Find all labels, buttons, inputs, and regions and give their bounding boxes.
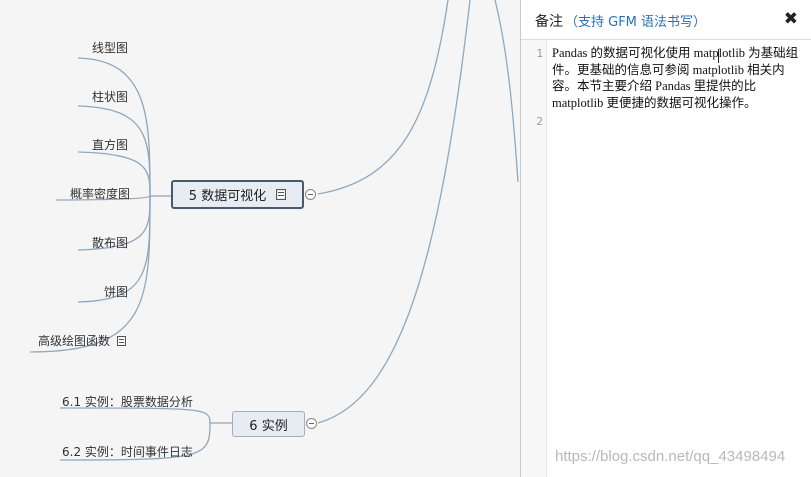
notes-panel: 备注 （支持 GFM 语法书写） ✖ 1 2 Pandas 的数据可视化使用 ma…	[520, 0, 811, 477]
line-number: 1	[536, 47, 543, 60]
topic-child-scatter-plot[interactable]: 散布图	[92, 234, 128, 251]
topic-child-advanced-plotting[interactable]: 高级绘图函数	[38, 332, 127, 349]
collapse-toggle-icon[interactable]	[305, 189, 316, 200]
watermark-text: https://blog.csdn.net/qq_43498494	[555, 448, 786, 465]
topic-label: 5 数据可视化	[188, 189, 267, 204]
connector-line	[494, 0, 519, 183]
gfm-hint-link[interactable]: （支持 GFM 语法书写）	[565, 15, 706, 30]
notes-panel-title: 备注 （支持 GFM 语法书写）	[535, 11, 706, 31]
topic-child-stock-analysis[interactable]: 6.1 实例：股票数据分析	[62, 393, 193, 410]
topic-child-density-plot[interactable]: 概率密度图	[70, 185, 130, 202]
topic-label: 6 实例	[249, 418, 288, 434]
topic-child-pie-chart[interactable]: 饼图	[104, 283, 128, 300]
collapse-toggle-icon[interactable]	[306, 418, 317, 429]
notes-editor[interactable]: Pandas 的数据可视化使用 matplotlib 为基础组件。更基础的信息可…	[552, 45, 804, 111]
notes-panel-header: 备注 （支持 GFM 语法书写） ✖	[521, 0, 811, 40]
notes-title-text: 备注	[535, 14, 563, 30]
topic-child-event-log[interactable]: 6.2 实例：时间事件日志	[62, 443, 193, 460]
topic-child-line-chart[interactable]: 线型图	[92, 39, 128, 56]
note-icon[interactable]	[117, 336, 127, 346]
connector-line	[59, 407, 211, 424]
note-icon[interactable]	[276, 189, 287, 200]
line-number-gutter: 1 2	[521, 40, 547, 477]
topic-examples[interactable]: 6 实例	[232, 411, 305, 437]
close-icon[interactable]: ✖	[784, 9, 798, 29]
connector-line	[29, 195, 151, 353]
topic-data-visualization[interactable]: 5 数据可视化	[171, 180, 304, 209]
connector-line	[317, 0, 471, 424]
text-cursor	[718, 49, 719, 63]
connector-line	[317, 0, 449, 195]
mindmap-canvas[interactable]: 线型图 柱状图 直方图 概率密度图 散布图 饼图 高级绘图函数 5 数据可视化 …	[0, 0, 520, 477]
line-number: 2	[536, 115, 543, 128]
topic-child-histogram[interactable]: 直方图	[92, 136, 128, 153]
topic-child-bar-chart[interactable]: 柱状图	[92, 88, 128, 105]
